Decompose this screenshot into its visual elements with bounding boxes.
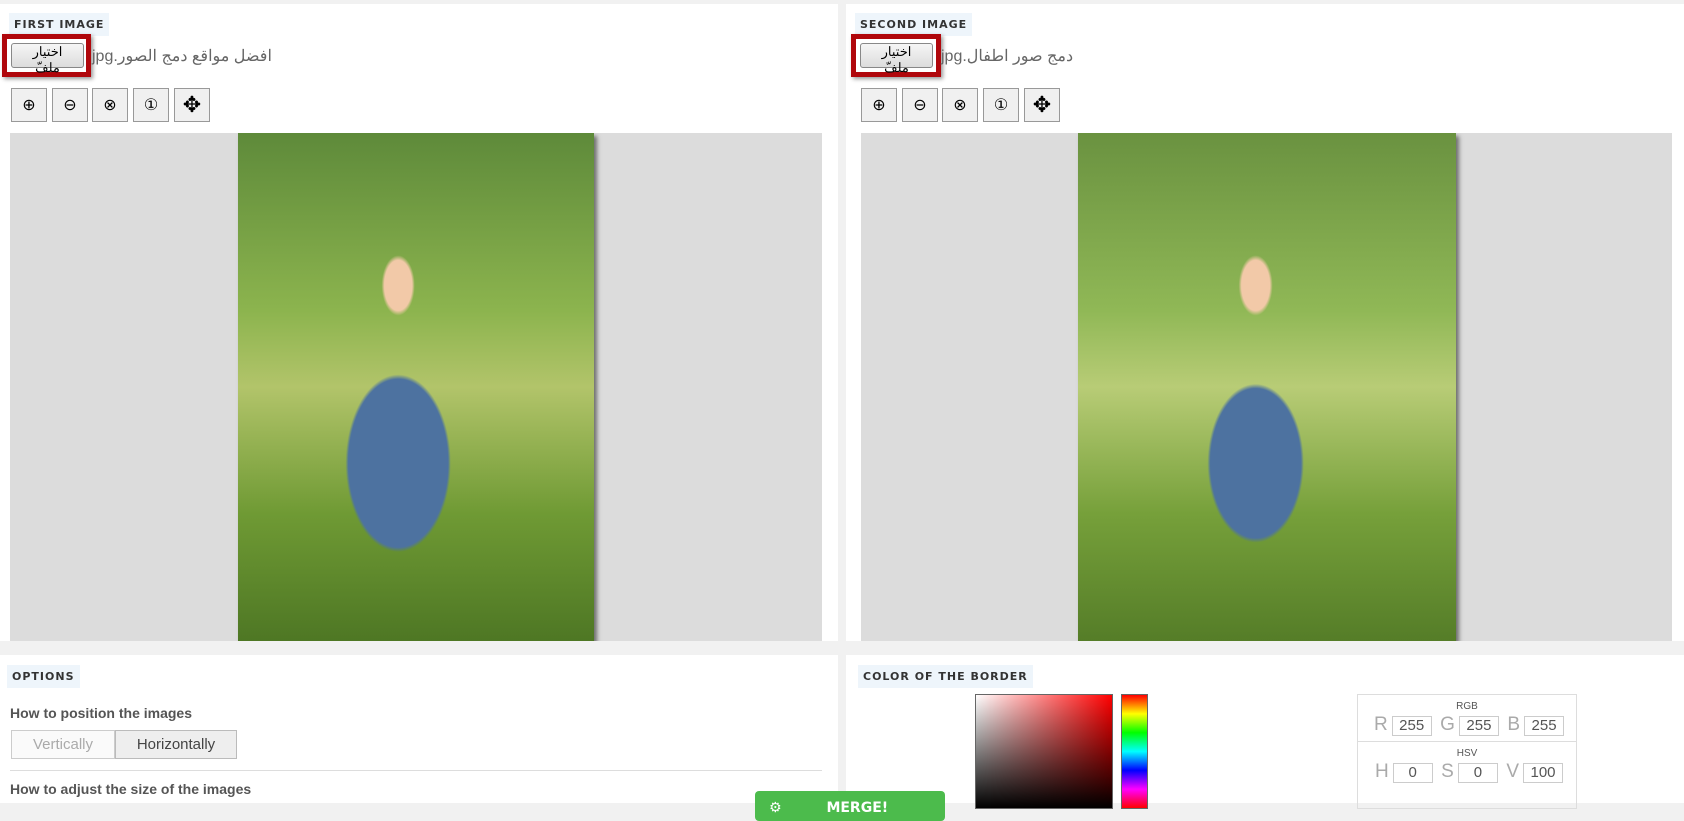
h-input[interactable]: 0 [1392,763,1433,783]
hue-slider[interactable] [1121,694,1148,809]
horizontally-button[interactable]: Horizontally [115,730,237,759]
choose-file-button-1[interactable]: اختيار ملفّ [11,43,84,75]
choose-file-button-2[interactable]: اختيار ملفّ [860,43,933,75]
b-label: B [1507,714,1521,735]
options-panel: OPTIONS How to position the images Verti… [0,655,838,803]
zoom-out-icon[interactable]: ⊖ [902,88,938,122]
divider [10,770,822,771]
second-image-panel: SECOND IMAGE اختيار ملفّ دمج صور اطفال.j… [846,4,1684,641]
border-color-panel: COLOR OF THE BORDER RGB R 255 G 255 B 255 H… [846,655,1684,809]
zoom-actual-icon[interactable]: ① [133,88,169,122]
s-label: S [1441,761,1454,782]
zoom-in-icon[interactable]: ⊕ [11,88,47,122]
vertically-button[interactable]: Vertically [11,730,115,759]
v-input[interactable]: 100 [1523,763,1563,783]
r-input[interactable]: 255 [1391,716,1432,736]
zoom-in-icon[interactable]: ⊕ [861,88,897,122]
r-label: R [1373,714,1388,735]
rgb-label: RGB [1456,701,1478,712]
zoom-reset-icon[interactable]: ⊗ [942,88,978,122]
second-photo [1078,133,1456,641]
color-gradient-picker[interactable] [975,694,1113,809]
move-icon[interactable]: ✥ [1024,88,1060,122]
zoom-reset-icon[interactable]: ⊗ [92,88,128,122]
color-values-box: RGB R 255 G 255 B 255 HSV H0 S0 V 100 [1357,694,1577,809]
first-image-panel: FIRST IMAGE اختيار ملفّ افضل مواقع دمج ا… [0,4,838,641]
size-label: How to adjust the size of the images [10,781,252,797]
second-filename: دمج صور اطفال.jpg [941,48,1074,65]
move-icon[interactable]: ✥ [174,88,210,122]
g-input[interactable]: 255 [1458,716,1499,736]
merge-button[interactable]: ⚙ MERGE! [755,791,945,821]
s-input[interactable]: 0 [1457,763,1498,783]
border-color-label: COLOR OF THE BORDER [858,665,1033,688]
gear-icon: ⚙ [769,800,782,816]
second-image-label: SECOND IMAGE [855,13,973,36]
g-label: G [1440,714,1455,735]
merge-label: MERGE! [826,800,889,816]
b-input[interactable]: 255 [1524,716,1565,736]
options-label: OPTIONS [7,665,80,688]
v-label: V [1506,761,1519,782]
first-image-label: FIRST IMAGE [9,13,110,36]
second-image-stage[interactable] [861,133,1672,641]
hsv-label: HSV [1456,748,1478,759]
first-photo [238,133,594,641]
position-label: How to position the images [10,705,193,721]
first-image-stage[interactable] [10,133,822,641]
first-filename: افضل مواقع دمج الصور.jpg [92,48,272,65]
h-label: H [1374,761,1389,782]
zoom-actual-icon[interactable]: ① [983,88,1019,122]
zoom-out-icon[interactable]: ⊖ [52,88,88,122]
